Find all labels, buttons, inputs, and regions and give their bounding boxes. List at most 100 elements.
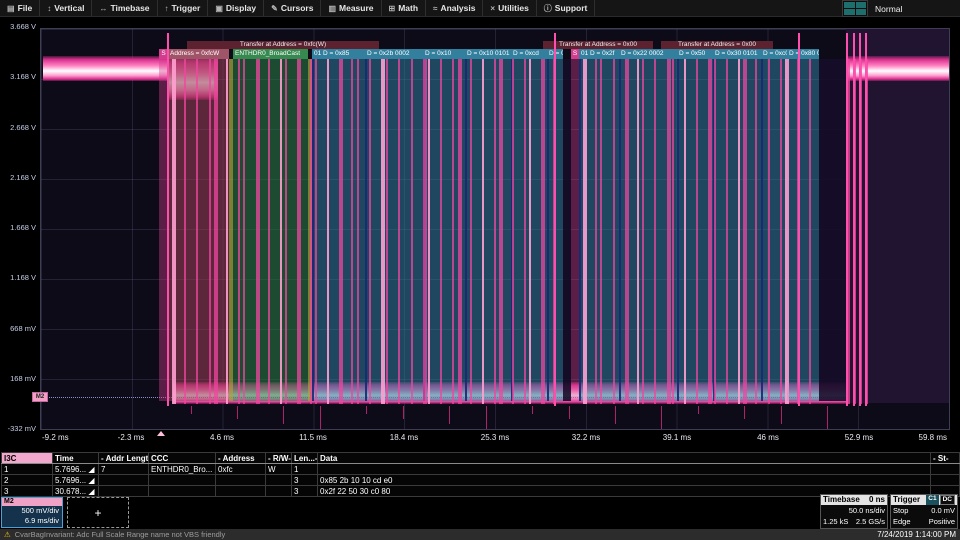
display-mode-selector[interactable]: Normal xyxy=(842,1,902,16)
waveform-stripe xyxy=(738,59,740,404)
cursors-icon: ✎ xyxy=(271,4,278,13)
waveform-stripe xyxy=(172,59,176,404)
waveform-stripe xyxy=(268,59,270,404)
table-header-address[interactable]: - Address xyxy=(216,453,266,464)
waveform-stripe xyxy=(512,59,514,404)
waveform-stripe xyxy=(351,59,353,404)
table-cell xyxy=(318,464,931,475)
waveform-spike-line xyxy=(859,33,861,406)
waveform-stripe xyxy=(315,59,317,404)
table-cell: 30.678... ◢ xyxy=(53,486,99,497)
waveform-stripe xyxy=(381,59,385,404)
menu-item-vertical[interactable]: ↕Vertical xyxy=(40,0,92,16)
plus-icon: + xyxy=(94,506,101,520)
table-header-st[interactable]: - St- xyxy=(931,453,960,464)
y-axis-label: 668 mV xyxy=(0,324,36,335)
y-axis-label: 168 mV xyxy=(0,374,36,385)
waveform-undershoot xyxy=(661,406,662,429)
menu-item-support[interactable]: ⓘSupport xyxy=(537,0,596,16)
table-header-i3c[interactable]: I3C xyxy=(2,453,53,464)
decode-region-data xyxy=(787,59,819,401)
menu-label: Math xyxy=(398,3,418,13)
status-bar: ⚠ CvarBagInvariant: Adc Full Scale Range… xyxy=(0,529,960,540)
table-cell xyxy=(99,475,149,486)
waveform-stripe xyxy=(785,59,789,404)
table-cell: 0xfc xyxy=(216,464,266,475)
mode-label: Normal xyxy=(875,4,902,14)
menu-label: Vertical xyxy=(54,3,84,13)
menu-item-display[interactable]: ▣Display xyxy=(208,0,264,16)
x-axis-label: 39.1 ms xyxy=(647,433,707,444)
menu-item-trigger[interactable]: ↑Trigger xyxy=(158,0,209,16)
waveform-undershoot xyxy=(486,406,487,429)
datetime-label: 7/24/2019 1:14:00 PM xyxy=(877,530,956,539)
waveform-undershoot xyxy=(569,406,570,419)
table-cell xyxy=(149,486,216,497)
menu-item-cursors[interactable]: ✎Cursors xyxy=(264,0,321,16)
m2-level-marker[interactable]: M2 xyxy=(32,392,48,402)
waveform-stripe xyxy=(600,59,602,404)
decode-chip-data: D = 0x10 0101 xyxy=(465,49,511,59)
decode-chip-addr: Address = 0xfcW xyxy=(168,49,229,59)
m2-volts-per-div: 500 mV/div xyxy=(2,506,62,516)
table-row[interactable]: 15.7696... ◢7ENTHDR0_Bro... ◢0xfcW1 xyxy=(2,464,960,475)
y-axis-label: 3.668 V xyxy=(0,22,36,33)
waveform-grid[interactable]: SAddress = 0xfcWENTHDR0_BroadCast01 D = … xyxy=(40,28,950,430)
waveform-stripe xyxy=(524,59,526,404)
timebase-rate: 2.5 GS/s xyxy=(856,516,885,527)
decode-region-addr xyxy=(168,59,229,401)
menu-item-timebase[interactable]: ↔Timebase xyxy=(92,0,157,16)
waveform-stripe xyxy=(583,59,587,404)
table-header-ccc[interactable]: CCC xyxy=(149,453,216,464)
menu-item-math[interactable]: ⊞Math xyxy=(382,0,427,16)
table-header-rw[interactable]: - R/W- xyxy=(266,453,292,464)
x-axis-label: 59.8 ms xyxy=(890,433,947,444)
timebase-summary-box[interactable]: Timebase 0 ns 50.0 ns/div 1.25 kS 2.5 GS… xyxy=(820,494,888,529)
table-row[interactable]: 330.678... ◢30x2f 22 50 30 c0 80 xyxy=(2,486,960,497)
table-row[interactable]: 25.7696... ◢30x85 2b 10 10 cd e0 xyxy=(2,475,960,486)
waveform-undershoot xyxy=(827,406,828,429)
waveform-stripe xyxy=(339,59,343,404)
waveform-stripe xyxy=(780,59,782,404)
waveform-stripe xyxy=(238,59,240,404)
add-trace-button[interactable]: + xyxy=(67,497,129,528)
menu-item-utilities[interactable]: ×Utilities xyxy=(483,0,536,16)
decode-chip-data: D = 0x22 0002 xyxy=(619,49,677,59)
waveform-stripe xyxy=(423,59,427,404)
table-cell xyxy=(931,464,960,475)
y-axis-label: 3.168 V xyxy=(0,72,36,83)
waveform-stripe xyxy=(499,59,503,404)
transfer-label: Transfer at Address = 0x00 xyxy=(661,41,773,49)
trigger-summary-box[interactable]: Trigger C1 DC Stop 0.0 mV Edge Positive xyxy=(890,494,958,529)
menu-label: Timebase xyxy=(110,3,149,13)
waveform-stripe xyxy=(667,59,671,404)
table-header-addrlength[interactable]: - Addr Length xyxy=(99,453,149,464)
x-axis-label: 18.4 ms xyxy=(374,433,434,444)
table-cell: 2 xyxy=(2,475,53,486)
waveform-undershoot xyxy=(615,406,616,424)
table-header-len[interactable]: Len...- xyxy=(292,453,318,464)
table-cell: 5.7696... ◢ xyxy=(53,475,99,486)
timebase-offset: 0 ns xyxy=(869,495,885,505)
m2-trace-descriptor[interactable]: M2 500 mV/div 6.9 ms/div xyxy=(1,497,63,528)
decode-chip-data: 01 D = 0x2f xyxy=(579,49,619,59)
measure-icon: ▥ xyxy=(328,4,336,13)
decode-region-data xyxy=(365,59,423,401)
menu-item-file[interactable]: ▤File xyxy=(0,0,40,16)
waveform-undershoot xyxy=(744,406,745,419)
menu-item-measure[interactable]: ▥Measure xyxy=(321,0,381,16)
display-grid-icon xyxy=(842,0,868,17)
menu-item-analysis[interactable]: ≈Analysis xyxy=(426,0,483,16)
decode-chip-data: D = 0x10 xyxy=(423,49,465,59)
decode-table-head: I3CTime- Addr LengthCCC- Address- R/W-Le… xyxy=(2,453,960,464)
timebase-samples: 1.25 kS xyxy=(823,516,848,527)
decode-chip-data: D = 0x50 xyxy=(677,49,713,59)
table-cell: 1 xyxy=(292,464,318,475)
waveform-spike-line xyxy=(167,33,169,406)
table-header-data[interactable]: Data xyxy=(318,453,931,464)
decode-table-body: 15.7696... ◢7ENTHDR0_Bro... ◢0xfcW125.76… xyxy=(2,464,960,497)
waveform-stripe xyxy=(625,59,629,404)
table-cell: 5.7696... ◢ xyxy=(53,464,99,475)
waveform-undershoot xyxy=(532,406,533,414)
table-header-time[interactable]: Time xyxy=(53,453,99,464)
